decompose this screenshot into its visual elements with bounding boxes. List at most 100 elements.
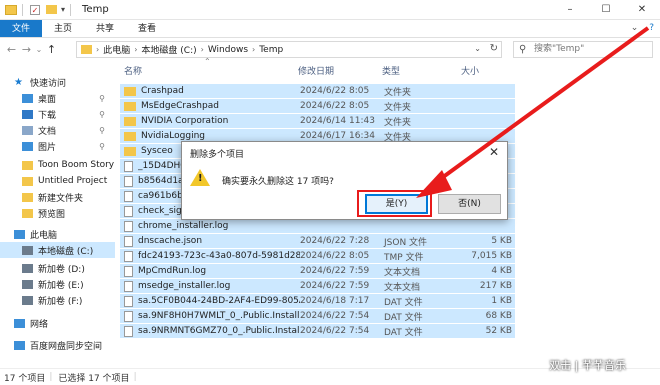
sidebar-item-0[interactable]: ★ 快速访问 [0,74,115,90]
file-name: MsEdgeCrashpad [141,101,219,111]
sidebar-item-5[interactable]: Toon Boom Story [0,157,115,173]
sidebar-item-8[interactable]: 预览图 [0,205,115,221]
forward-arrow-icon[interactable]: → [19,43,34,56]
file-icon [124,265,133,277]
pin-icon: ⚲ [99,141,105,151]
sidebar-item-label: 下载 [38,110,57,121]
file-name: NVIDIA Corporation [141,116,229,126]
sidebar-item-4[interactable]: 图片 ⚲ [0,138,115,154]
sidebar-item-label: 新加卷 (D:) [38,264,85,275]
folder-icon [22,176,33,186]
file-row[interactable]: fdc24193-723c-43a0-807d-5981d287... 2024/… [120,249,515,263]
file-row[interactable]: MpCmdRun.log 2024/6/22 7:59 文本文档 4 KB [120,264,515,278]
file-row[interactable]: sa.9NRMNT6GMZ70_0_.Public.Install... 2024… [120,324,515,338]
properties-icon[interactable]: ✓ [30,4,40,15]
drive-icon [22,263,33,273]
sidebar-item-15[interactable]: 百度网盘同步空间 [0,337,115,353]
tab-share[interactable]: 共享 [84,20,126,37]
breadcrumb-drive-c[interactable]: 本地磁盘 (C:) [141,43,196,56]
breadcrumb-windows[interactable]: Windows [208,45,248,55]
up-arrow-icon[interactable]: ↑ [44,43,59,56]
sidebar-item-9[interactable]: 此电脑 [0,226,115,242]
maximize-button[interactable]: ☐ [588,0,624,20]
file-date: 2024/6/22 7:59 [300,266,370,276]
dialog-title: 删除多个项目 [190,150,245,160]
sidebar-item-1[interactable]: 桌面 ⚲ [0,90,115,106]
column-header-type[interactable]: 类型 [382,64,400,77]
file-icon [124,175,133,187]
file-row[interactable]: msedge_installer.log 2024/6/22 7:59 文本文档 21… [120,279,515,293]
column-header-name[interactable]: 名称 [124,64,142,77]
file-icon [124,205,133,217]
file-icon [124,310,133,322]
sidebar-item-label: 文档 [38,126,57,137]
file-name: dnscache.json [138,236,203,246]
file-type: DAT 文件 [384,327,423,338]
breadcrumb-this-pc[interactable]: 此电脑 [103,43,130,56]
drive-icon [22,245,33,255]
divider [70,3,72,16]
sidebar-item-2[interactable]: 下载 ⚲ [0,106,115,122]
tab-file[interactable]: 文件 [0,20,43,37]
file-date: 2024/6/22 8:05 [300,251,370,261]
file-name: Crashpad [141,86,184,96]
tab-view[interactable]: 查看 [126,20,168,37]
sidebar-item-14[interactable]: 网络 [0,315,115,331]
sidebar-item-label: 网络 [30,319,49,330]
file-row[interactable]: sa.9NF8H0H7WMLT_0_.Public.Install... 2024… [120,309,515,323]
tab-home[interactable]: 主页 [42,20,84,37]
file-type: DAT 文件 [384,297,423,308]
title-bar: ✓ ▾ Temp – ☐ ✕ [0,0,660,20]
file-date: 2024/6/22 8:05 [300,86,370,96]
sidebar-item-10[interactable]: 本地磁盘 (C:) [0,242,115,258]
file-name: MpCmdRun.log [138,266,207,276]
star-icon: ★ [14,76,23,88]
minimize-button[interactable]: – [552,0,588,20]
file-name: msedge_installer.log [138,281,231,291]
file-name: sa.9NF8H0H7WMLT_0_.Public.Install... [138,311,300,321]
desktop-icon [22,93,33,103]
file-size: 1 KB [491,296,512,306]
file-icon [124,235,133,247]
file-type: JSON 文件 [384,237,428,248]
file-type: TMP 文件 [384,252,424,263]
sidebar-item-3[interactable]: 文档 ⚲ [0,122,115,138]
recent-locations-icon[interactable]: ⌄ [34,45,44,54]
sidebar-item-label: 图片 [38,142,57,153]
window-title: Temp [82,4,109,15]
sidebar-item-6[interactable]: Untitled Project [0,173,115,189]
new-folder-icon[interactable] [46,5,57,14]
file-row[interactable]: sa.5CF0B044-24BD-2AF4-ED99-805A... 2024/6… [120,294,515,308]
file-name: sa.9NRMNT6GMZ70_0_.Public.Install... [138,326,300,336]
sidebar-item-13[interactable]: 新加卷 (F:) [0,292,115,308]
folder-icon [124,86,136,96]
folder-icon [124,146,136,156]
sidebar-item-12[interactable]: 新加卷 (E:) [0,276,115,292]
drive-icon [22,295,33,305]
file-type: 文本文档 [384,282,421,293]
breadcrumb-temp[interactable]: Temp [259,45,283,55]
dialog-message: 确实要永久删除这 17 项吗? [222,177,334,187]
divider: | [49,372,53,382]
sort-arrow-icon: ⌃ [204,57,211,66]
column-header-date[interactable]: 修改日期 [298,64,334,77]
folder-icon [22,192,33,202]
sidebar-item-11[interactable]: 新加卷 (D:) [0,260,115,276]
watermark: 双击 | 芊芊音乐 [549,359,626,372]
sidebar-item-label: Untitled Project [38,176,108,186]
sidebar-item-7[interactable]: 新建文件夹 [0,189,115,205]
file-row[interactable]: chrome_installer.log [120,219,515,233]
divider [22,3,23,16]
file-size: 5 KB [491,236,512,246]
file-row[interactable]: dnscache.json 2024/6/22 7:28 JSON 文件 5 KB [120,234,515,248]
back-arrow-icon[interactable]: ← [4,43,19,56]
sidebar-item-label: 新加卷 (E:) [38,280,84,291]
quick-access-dropdown-icon[interactable]: ▾ [61,5,65,14]
folder-icon [81,45,92,54]
close-button[interactable]: ✕ [624,0,660,20]
file-date: 2024/6/17 16:34 [300,131,375,141]
pin-icon: ⚲ [99,109,105,119]
file-icon [124,190,133,202]
file-date: 2024/6/22 7:54 [300,311,370,321]
sidebar-item-label: 百度网盘同步空间 [30,341,103,352]
